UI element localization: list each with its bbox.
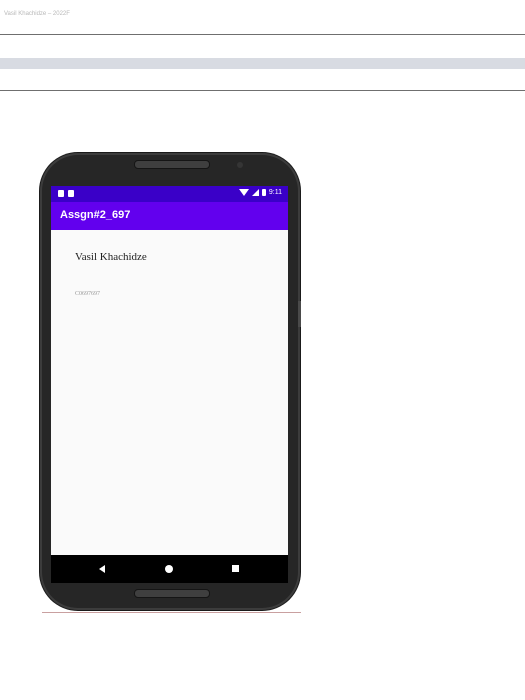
recents-icon[interactable]	[232, 565, 239, 572]
status-left-icons	[58, 190, 74, 197]
top-divider	[0, 34, 525, 35]
bottom-divider	[0, 90, 525, 91]
top-speaker	[134, 160, 210, 169]
image-baseline	[42, 612, 301, 613]
app-title: Assgn#2_697	[60, 209, 131, 221]
wifi-icon	[238, 189, 249, 196]
student-name: Vasil Khachidze	[75, 251, 147, 263]
document-header: Vasil Khachidze – 2022F	[4, 11, 70, 17]
notification-icon	[58, 190, 64, 197]
header-band	[0, 58, 525, 69]
status-time: 9:11	[268, 189, 282, 196]
navigation-bar	[51, 555, 288, 583]
phone-screen: 9:11 Assgn#2_697 Vasil Khachidze C069769…	[51, 186, 288, 583]
status-bar: 9:11	[51, 186, 288, 202]
phone-frame: 9:11 Assgn#2_697 Vasil Khachidze C069769…	[40, 153, 301, 610]
front-camera	[237, 162, 243, 168]
bottom-speaker	[134, 589, 210, 598]
student-id: C0697697	[75, 291, 101, 297]
home-icon[interactable]	[165, 565, 173, 573]
app-content: Vasil Khachidze C0697697	[51, 230, 288, 555]
status-right-icons: 9:11	[238, 189, 282, 196]
battery-icon	[261, 189, 266, 196]
back-icon[interactable]	[99, 565, 105, 573]
side-button[interactable]	[298, 301, 301, 327]
sim-icon	[68, 190, 74, 197]
app-bar: Assgn#2_697	[51, 202, 288, 230]
signal-icon	[251, 189, 259, 196]
